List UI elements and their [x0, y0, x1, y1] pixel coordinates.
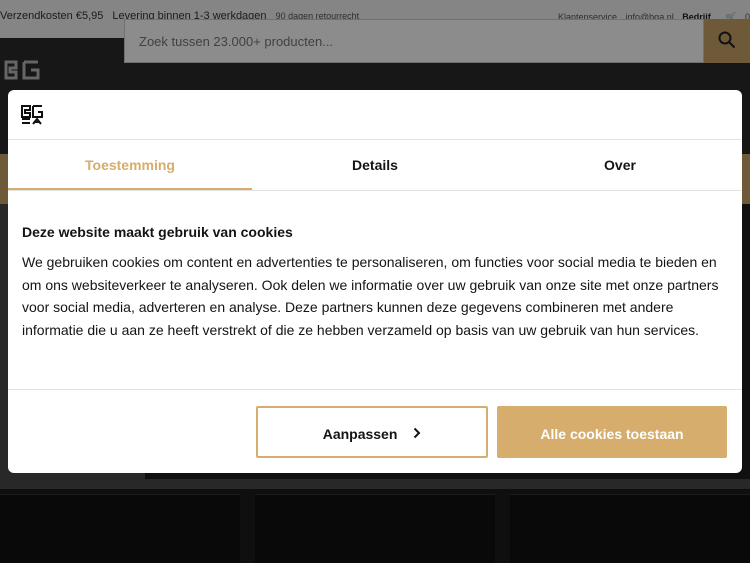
- customize-button[interactable]: Aanpassen: [256, 406, 488, 458]
- tab-over[interactable]: Over: [498, 140, 742, 190]
- dialog-title: Deze website maakt gebruik van cookies: [22, 224, 293, 240]
- dialog-body: We gebruiken cookies om content en adver…: [22, 254, 719, 338]
- customize-label: Aanpassen: [322, 426, 398, 442]
- bga-logo: [21, 104, 45, 126]
- divider: [8, 190, 742, 191]
- chevron-right-icon: [413, 426, 421, 443]
- tab-toestemming[interactable]: Toestemming: [8, 140, 252, 190]
- divider: [8, 389, 742, 390]
- allow-all-cookies-button[interactable]: Alle cookies toestaan: [497, 406, 727, 458]
- cookie-consent-dialog: Toestemming Details Over Deze website ma…: [8, 90, 742, 473]
- tab-details[interactable]: Details: [253, 140, 497, 190]
- cookie-tabs: Toestemming Details Over: [8, 140, 742, 190]
